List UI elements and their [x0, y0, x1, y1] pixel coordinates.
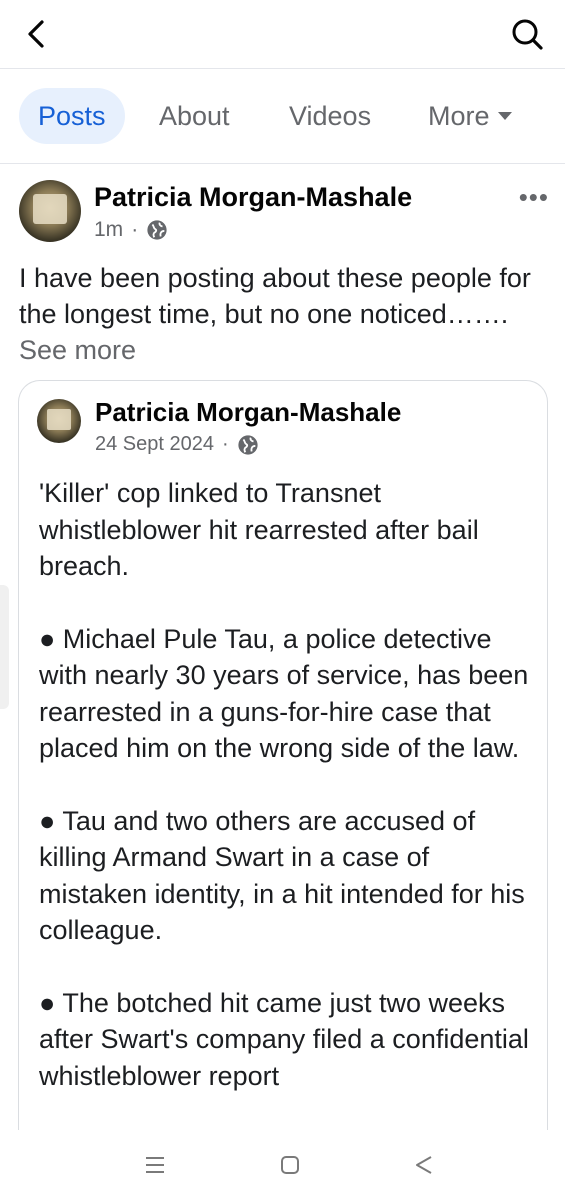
tab-videos[interactable]: Videos: [289, 88, 371, 144]
shared-paragraph-1: ● Michael Pule Tau, a police detective w…: [39, 623, 529, 764]
chevron-left-icon[interactable]: [20, 16, 56, 52]
meta-separator: ·: [131, 218, 139, 241]
meta-separator: ·: [222, 433, 229, 455]
globe-icon: [147, 220, 167, 240]
post-body: I have been posting about these people f…: [19, 263, 531, 329]
shared-body: 'Killer' cop linked to Transnet whistleb…: [39, 475, 534, 1130]
more-options-icon[interactable]: •••: [519, 182, 549, 213]
see-more-link[interactable]: See more: [19, 335, 136, 365]
recent-apps-icon[interactable]: [145, 1155, 165, 1175]
shared-author[interactable]: Patricia Morgan-Mashale: [95, 397, 401, 428]
shared-meta: 24 Sept 2024 ·: [95, 433, 259, 456]
system-nav-bar: [0, 1130, 565, 1199]
home-icon[interactable]: [280, 1155, 300, 1175]
edge-panel-handle[interactable]: [0, 585, 9, 709]
shared-date[interactable]: 24 Sept 2024: [95, 433, 214, 456]
tab-about[interactable]: About: [159, 88, 230, 144]
post-author[interactable]: Patricia Morgan-Mashale: [94, 182, 412, 213]
avatar[interactable]: [19, 180, 81, 242]
back-icon[interactable]: [414, 1155, 434, 1175]
tab-more[interactable]: More: [428, 88, 512, 144]
post-time[interactable]: 1m: [94, 218, 123, 242]
post-text: I have been posting about these people f…: [19, 260, 549, 368]
shared-paragraph-3: ● The botched hit came just two weeks af…: [39, 987, 529, 1091]
tab-posts[interactable]: Posts: [19, 88, 125, 144]
tab-more-label: More: [428, 101, 490, 131]
shared-paragraph-headline: 'Killer' cop linked to Transnet whistleb…: [39, 478, 479, 581]
shared-post[interactable]: Patricia Morgan-Mashale 24 Sept 2024 · '…: [18, 380, 548, 1161]
post-meta: 1m ·: [94, 218, 168, 242]
shared-paragraph-2: ● Tau and two others are accused of kill…: [39, 805, 525, 946]
shared-avatar[interactable]: [37, 399, 81, 443]
search-icon[interactable]: [507, 14, 547, 54]
profile-tabs: Posts About Videos More: [0, 69, 565, 164]
globe-icon: [238, 434, 258, 455]
caret-down-icon: [497, 111, 512, 120]
top-bar: [0, 0, 565, 69]
